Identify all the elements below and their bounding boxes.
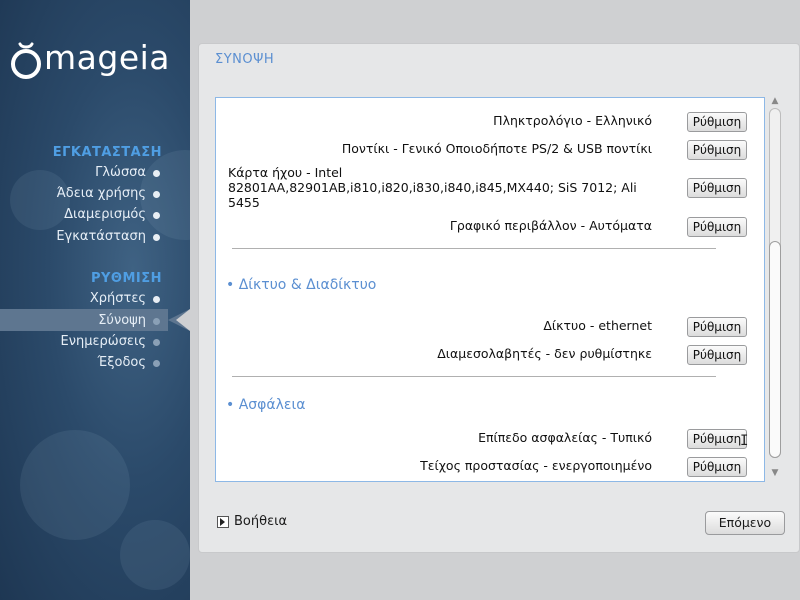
step-done-icon: [153, 191, 160, 198]
next-button[interactable]: Επόμενο: [705, 511, 785, 535]
nav-item-summary: Σύνοψη: [98, 313, 146, 328]
step-done-icon: [153, 234, 160, 241]
row-keyboard-label: Πληκτρολόγιο - Ελληνικό: [493, 113, 652, 128]
step-done-icon: [153, 170, 160, 177]
current-step-pointer-cutout: [176, 309, 190, 331]
configure-graphics-button[interactable]: Ρύθμιση: [687, 217, 747, 237]
configure-network-button[interactable]: Ρύθμιση: [687, 317, 747, 337]
decor-flower: [20, 430, 130, 540]
help-label: Βοήθεια: [234, 514, 288, 529]
divider: [232, 248, 716, 249]
configure-keyboard-button[interactable]: Ρύθμιση: [687, 112, 747, 132]
nav-item-installation: Εγκατάσταση: [56, 229, 146, 244]
row-proxy-label: Διαμεσολαβητές - δεν ρυθμίστηκε: [437, 346, 652, 361]
row-firewall-label: Τείχος προστασίας - ενεργοποιημένο: [420, 458, 652, 473]
category-network: • Δίκτυο & Διαδίκτυο: [226, 277, 377, 293]
step-done-icon: [153, 212, 160, 219]
step-done-icon: [153, 296, 160, 303]
row-mouse-label: Ποντίκι - Γενικό Οποιοδήποτε PS/2 & USB …: [341, 141, 652, 156]
scroll-up-icon[interactable]: ▲: [769, 96, 781, 106]
section-title-setup: ΡΥΘΜΙΣΗ: [90, 271, 162, 286]
nav-item-exit: Έξοδος: [97, 355, 146, 370]
configure-security-level-button[interactable]: Ρύθμιση: [687, 429, 747, 449]
text-cursor-icon: I: [740, 433, 749, 449]
configure-soundcard-button[interactable]: Ρύθμιση: [687, 178, 747, 198]
nav-item-license: Άδεια χρήσης: [56, 186, 146, 201]
step-pending-icon: [153, 339, 160, 346]
help-button[interactable]: Βοήθεια: [217, 514, 287, 529]
nav-item-updates: Ενημερώσεις: [60, 334, 146, 349]
divider: [232, 376, 716, 377]
summary-list[interactable]: Πληκτρολόγιο - Ελληνικό Ρύθμιση Ποντίκι …: [215, 97, 765, 482]
nav-item-partitioning: Διαμερισμός: [64, 207, 146, 222]
section-title-install: ΕΓΚΑΤΑΣΤΑΣΗ: [52, 145, 162, 160]
nav-item-users: Χρήστες: [89, 291, 146, 306]
summary-panel: ΣΥΝΟΨΗ Πληκτρολόγιο - Ελληνικό Ρύθμιση Π…: [198, 43, 800, 553]
row-security-level-label: Επίπεδο ασφαλείας - Τυπικό: [478, 430, 652, 445]
decor-flower: [140, 150, 190, 240]
logo-text: mageia: [44, 38, 171, 77]
category-security: • Ασφάλεια: [226, 397, 306, 413]
triangle-right-icon: [217, 515, 229, 528]
nav-item-language: Γλώσσα: [95, 165, 146, 180]
configure-proxy-button[interactable]: Ρύθμιση: [687, 345, 747, 365]
row-graphics-label: Γραφικό περιβάλλον - Αυτόματα: [449, 218, 652, 233]
row-network-label: Δίκτυο - ethernet: [543, 318, 652, 333]
sidebar: mageia ΕΓΚΑΤΑΣΤΑΣΗ Γλώσσα Άδεια χρήσης Δ…: [0, 0, 190, 600]
configure-mouse-button[interactable]: Ρύθμιση: [687, 140, 747, 160]
scrollbar[interactable]: [769, 108, 781, 458]
step-pending-icon: [153, 360, 160, 367]
scroll-down-icon[interactable]: ▼: [769, 468, 781, 478]
row-soundcard-label: Κάρτα ήχου - Intel 82801AA,82901AB,i810,…: [228, 165, 637, 210]
page-title: ΣΥΝΟΨΗ: [215, 52, 275, 67]
configure-firewall-button[interactable]: Ρύθμιση: [687, 457, 747, 477]
decor-flower: [120, 520, 190, 590]
scrollbar-thumb[interactable]: [769, 241, 781, 458]
step-current-icon: [153, 318, 160, 325]
